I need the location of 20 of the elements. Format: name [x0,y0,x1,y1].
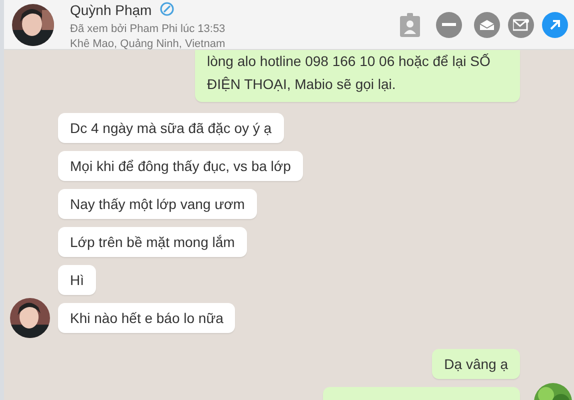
arrow-icon [549,18,561,30]
message-bubble: Dc 4 ngày mà sữa đã đặc oy ý ạ [58,113,284,143]
message-bubble: lòng alo hotline 098 166 10 06 hoặc để lại SỐ ĐIỆN THOẠI, Mabio sẽ gọi lại. [195,50,520,102]
seen-status: Đã xem bởi Pham Phi lúc 13:53 [70,22,226,36]
minimize-button[interactable] [436,12,462,38]
message-bubble: Lớp trên bề mặt mong lắm [58,227,247,257]
mail-button[interactable] [508,12,534,38]
mail-open-button[interactable] [474,12,500,38]
open-envelope-icon [480,20,494,30]
open-external-button[interactable] [542,12,568,38]
contact-card-icon[interactable] [400,12,420,36]
message-bubble: Nay thấy một lớp vang ươm [58,189,257,219]
message-bubble: Dạ vâng ạ [432,349,520,379]
envelope-icon [513,18,529,30]
contact-location: Khê Mao, Quảng Ninh, Vietnam [70,36,226,52]
minus-icon [442,23,456,26]
contact-name: Quỳnh Phạm [70,2,152,18]
message-bubble: Mọi khi để đông thấy đục, vs ba lớp [58,151,303,181]
message-bubble: Hì [58,265,96,295]
message-bubble: Khi nào hết e báo lo nữa [58,303,236,333]
